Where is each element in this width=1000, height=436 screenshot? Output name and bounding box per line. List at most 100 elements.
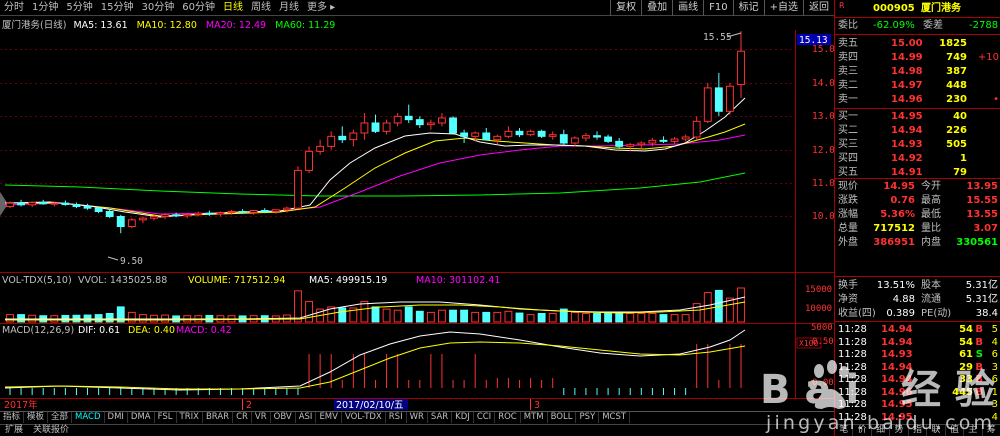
candle-body: [116, 216, 125, 228]
stat-label2: 内盘: [921, 237, 941, 248]
candle-body: [227, 210, 236, 213]
indicator-tab-roc[interactable]: ROC: [495, 412, 521, 423]
date-month2: 2: [246, 400, 252, 411]
indicator-tab-cr[interactable]: CR: [233, 412, 252, 423]
indicator-tab-asi[interactable]: ASI: [296, 412, 317, 423]
candle-body: [6, 202, 14, 207]
high-marker-label: 15.55: [703, 32, 732, 43]
indicator-tab-rsi[interactable]: RSI: [386, 412, 407, 423]
stat-row-4[interactable]: 外盘 386951 内盘 330561: [835, 236, 1000, 249]
candle-body: [415, 119, 424, 126]
stat2-row-1[interactable]: 净资 4.88 流通 5.31亿: [835, 293, 1000, 306]
candle-body: [127, 219, 136, 228]
indicator-tab-指标[interactable]: 指标: [0, 412, 25, 423]
stat2-row-2[interactable]: 收益(四) 0.389 PE(动) 38.4: [835, 307, 1000, 320]
stat2-row-0[interactable]: 换手 13.51% 股本 5.31亿: [835, 279, 1000, 292]
indicator-tab-dmi[interactable]: DMI: [105, 412, 128, 423]
tick-price: 14.94: [881, 336, 913, 348]
mark-button[interactable]: 标记: [732, 0, 764, 16]
low-marker: 9.50: [107, 256, 143, 267]
tf-60min[interactable]: 60分钟: [178, 1, 219, 15]
tf-more[interactable]: 更多 ▸: [303, 1, 339, 15]
tf-15min[interactable]: 15分钟: [97, 1, 138, 15]
indicator-tab-emv[interactable]: EMV: [316, 412, 342, 423]
stat-row-3[interactable]: 总量 717512 量比 3.07: [835, 222, 1000, 235]
volume-bar: [438, 309, 446, 323]
indicator-tab-macd[interactable]: MACD: [72, 412, 105, 423]
f10-button[interactable]: F10: [703, 0, 732, 16]
ask-row-2[interactable]: 卖二 14.97 448: [835, 79, 1000, 92]
bid-label: 买一: [838, 111, 858, 122]
tf-daily[interactable]: 日线: [219, 1, 247, 15]
tick-row[interactable]: 11:28 14.94 54 B 4: [835, 336, 1000, 349]
volume-bar: [426, 311, 435, 323]
candle-body: [305, 150, 313, 171]
candle-body: [737, 50, 745, 86]
tick-direction: B: [975, 324, 983, 335]
bid-volume: 226: [946, 125, 967, 136]
stat-value2: 15.55: [966, 195, 998, 206]
volume-bar: [637, 313, 646, 323]
ask-row-3[interactable]: 卖三 14.98 387: [835, 65, 1000, 78]
indicator-tab-obv[interactable]: OBV: [271, 412, 296, 423]
volume-bar: [382, 308, 391, 323]
candle-body: [50, 202, 59, 205]
ask-label: 卖一: [838, 94, 858, 105]
stat2-label: 净资: [838, 294, 858, 305]
tf-5min[interactable]: 5分钟: [62, 1, 96, 15]
stat-row-0[interactable]: 现价 14.95 今开 13.95: [835, 180, 1000, 193]
related-quote-button[interactable]: 关联报价: [28, 425, 74, 436]
bid-row-3[interactable]: 买三 14.93 505: [835, 138, 1000, 151]
ask-row-4[interactable]: 卖四 14.99 749 +10: [835, 51, 1000, 64]
stat-row-1[interactable]: 涨跌 0.76 最高 15.55: [835, 194, 1000, 207]
draw-line-button[interactable]: 画线: [672, 0, 703, 16]
volume-bar: [659, 314, 668, 323]
indicator-tab-boll[interactable]: BOLL: [548, 412, 577, 423]
bid-price: 14.93: [891, 139, 923, 150]
fuquan-button[interactable]: 复权: [610, 0, 641, 16]
tick-row[interactable]: 11:28 14.94 54 B 5: [835, 323, 1000, 336]
back-button[interactable]: 返回: [803, 0, 834, 16]
stat-label: 涨跌: [838, 195, 858, 206]
stat-row-2[interactable]: 涨幅 5.36% 最低 13.55: [835, 208, 1000, 221]
watermark: Bai 经验 jingyan.baidu.com: [760, 360, 995, 434]
pane-borders: [0, 30, 834, 399]
add-watchlist-button[interactable]: +自选: [763, 0, 803, 16]
stat-label2: 量比: [921, 223, 941, 234]
volume-bar: [537, 313, 546, 323]
tf-fenshi[interactable]: 分时: [0, 1, 28, 15]
indicator-tab-mtm[interactable]: MTM: [521, 412, 548, 423]
price-grid: [0, 49, 795, 217]
bid-row-2[interactable]: 买二 14.94 226: [835, 124, 1000, 137]
indicator-tab-mcst[interactable]: MCST: [599, 412, 631, 423]
bid-row-4[interactable]: 买四 14.92 1: [835, 152, 1000, 165]
tf-30min[interactable]: 30分钟: [137, 1, 178, 15]
ask-row-1[interactable]: 卖一 14.96 230 •: [835, 93, 1000, 106]
indicator-tab-brar[interactable]: BRAR: [203, 412, 234, 423]
indicator-tab-kdj[interactable]: KDJ: [452, 412, 474, 423]
indicator-tab-psy[interactable]: PSY: [576, 412, 600, 423]
indicator-tab-dma[interactable]: DMA: [128, 412, 155, 423]
indicator-tab-cci[interactable]: CCI: [474, 412, 496, 423]
macd-dif: DIF: 0.61: [78, 325, 120, 336]
indicator-tab-模板[interactable]: 模板: [24, 412, 49, 423]
indicator-tab-vol-tdx[interactable]: VOL-TDX: [342, 412, 386, 423]
bid-row-1[interactable]: 买一 14.95 40: [835, 110, 1000, 123]
indicator-tab-wr[interactable]: WR: [407, 412, 428, 423]
candle-body: [493, 135, 502, 141]
indicator-tab-全部[interactable]: 全部: [48, 412, 73, 423]
tf-weekly[interactable]: 周线: [247, 1, 275, 15]
tf-monthly[interactable]: 月线: [275, 1, 303, 15]
indicator-tab-fsl[interactable]: FSL: [155, 412, 177, 423]
tick-count: 5: [991, 324, 998, 335]
ask-row-5[interactable]: 卖五 15.00 1825: [835, 37, 1000, 50]
stat2-label2: PE(动): [921, 308, 952, 319]
indicator-tab-vr[interactable]: VR: [252, 412, 271, 423]
indicator-tab-trix[interactable]: TRIX: [177, 412, 203, 423]
extend-button[interactable]: 扩展: [0, 425, 28, 436]
overlay-button[interactable]: 叠加: [641, 0, 672, 16]
indicator-tab-sar[interactable]: SAR: [428, 412, 453, 423]
tf-1min[interactable]: 1分钟: [28, 1, 62, 15]
chart-area[interactable]: 15.00 14.00 13.00 12.00 11.00 10.00 15.1…: [0, 16, 834, 411]
bid-price: 14.92: [891, 153, 923, 164]
